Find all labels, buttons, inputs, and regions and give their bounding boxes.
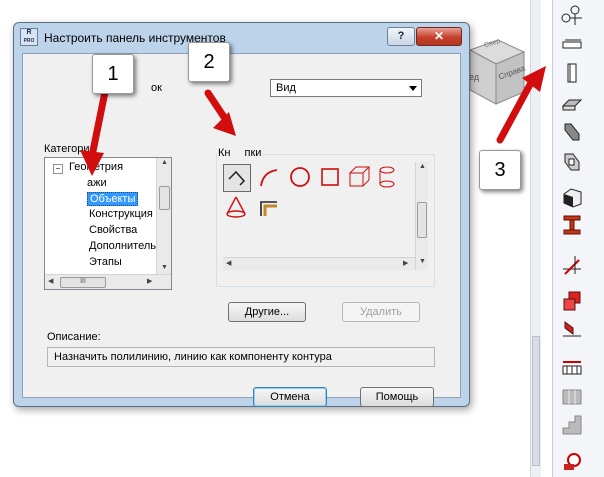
callout-1: 1 [92, 54, 134, 94]
tree-item-construction[interactable]: Конструкция [89, 208, 153, 220]
scroll-up-icon[interactable]: ▲ [419, 163, 426, 170]
other-button[interactable]: Другие... [228, 302, 306, 322]
chevron-down-icon [409, 86, 417, 91]
categories-tree[interactable]: − Геометрия ажи Объекты Конструкция Свой… [44, 157, 172, 290]
scroll-down-icon[interactable]: ▼ [161, 264, 168, 271]
buttons-palette: ▲ ▼ ◀ ▶ [223, 162, 428, 270]
tree-item-stages[interactable]: Этапы [89, 256, 122, 268]
scroll-up-icon[interactable]: ▲ [161, 159, 168, 166]
partial-label: ок [151, 82, 162, 94]
delete-button[interactable]: Удалить [342, 302, 420, 322]
block-icon[interactable] [561, 186, 583, 208]
palette-vertical-scrollbar[interactable]: ▲ ▼ [415, 162, 428, 270]
slab-icon[interactable] [561, 92, 583, 114]
grid-icon[interactable] [561, 386, 583, 408]
buttons-group-label: Кн пки [217, 147, 263, 159]
scroll-left-icon[interactable]: ◀ [226, 259, 231, 267]
cancel-button[interactable]: Отмена [253, 387, 327, 407]
close-button[interactable]: ✕ [416, 27, 462, 46]
help-button[interactable]: Помощь [360, 387, 434, 407]
cylinder-icon[interactable] [377, 164, 395, 190]
title-help-button[interactable]: ? [387, 27, 415, 46]
tree-item-properties[interactable]: Свойства [89, 224, 137, 236]
column-icon[interactable] [561, 62, 583, 84]
scroll-left-icon[interactable]: ◀ [48, 277, 53, 285]
stair-icon[interactable] [561, 414, 583, 436]
polyline-contour-icon[interactable] [223, 164, 251, 192]
corner-fillet-icon[interactable] [257, 194, 283, 220]
palette-scroll-thumb[interactable] [417, 202, 427, 238]
callout-2: 2 [188, 42, 230, 82]
view-combobox[interactable]: Вид [270, 79, 422, 97]
customize-toolbar-dialog: R PRO Настроить панель инструментов ? ✕ о… [13, 22, 470, 407]
tree-hscroll-thumb[interactable]: III [60, 277, 106, 288]
categories-label: Категори [44, 143, 90, 155]
view-cube[interactable]: ред Справа Свер [462, 34, 532, 114]
background-scroll-thumb[interactable] [532, 336, 540, 466]
opening-icon[interactable] [561, 150, 583, 172]
arc-icon[interactable] [257, 164, 283, 190]
object-icon[interactable] [561, 450, 583, 472]
tree-horizontal-scrollbar[interactable]: ◀ III ▶ [45, 274, 171, 289]
dialog-titlebar[interactable]: R PRO Настроить панель инструментов ? ✕ [14, 23, 469, 53]
view-combobox-value: Вид [276, 82, 296, 94]
palette-horizontal-scrollbar[interactable]: ◀ ▶ [223, 257, 415, 270]
scroll-right-icon[interactable]: ▶ [147, 277, 152, 285]
tree-scroll-thumb[interactable] [159, 186, 170, 210]
circle-icon[interactable] [287, 164, 313, 190]
tree-item-geometry[interactable]: Геометрия [69, 161, 123, 173]
scroll-right-icon[interactable]: ▶ [403, 259, 408, 267]
tree-item-floors[interactable]: ажи [87, 177, 107, 189]
tree-item-additional[interactable]: Дополнитель [89, 240, 156, 252]
tree-vertical-scrollbar[interactable]: ▲ ▼ [156, 158, 171, 276]
beam-icon[interactable] [561, 120, 583, 142]
app-logo-icon: R PRO [20, 28, 38, 46]
right-toolbar [552, 0, 604, 477]
rectangle-icon[interactable] [317, 164, 343, 190]
axis-marker-icon[interactable] [561, 4, 583, 26]
wall-icon[interactable] [561, 34, 583, 56]
callout-3: 3 [479, 150, 521, 190]
steel-beam-icon[interactable] [561, 214, 583, 236]
cone-icon[interactable] [223, 194, 249, 220]
ruler-icon[interactable] [561, 356, 583, 378]
foundation-icon[interactable] [561, 318, 583, 340]
stack-icon[interactable] [561, 290, 583, 312]
description-label: Описание: [47, 331, 101, 343]
dialog-client-area: ок Вид Категори − Геометрия ажи Объекты … [22, 53, 461, 407]
scroll-down-icon[interactable]: ▼ [419, 258, 426, 265]
tree-item-objects[interactable]: Объекты [87, 192, 139, 206]
section-cut-icon[interactable] [561, 254, 583, 276]
description-field: Назначить полилинию, линию как компонент… [47, 347, 435, 367]
collapse-icon[interactable]: − [53, 164, 63, 174]
box-icon[interactable] [347, 164, 373, 190]
